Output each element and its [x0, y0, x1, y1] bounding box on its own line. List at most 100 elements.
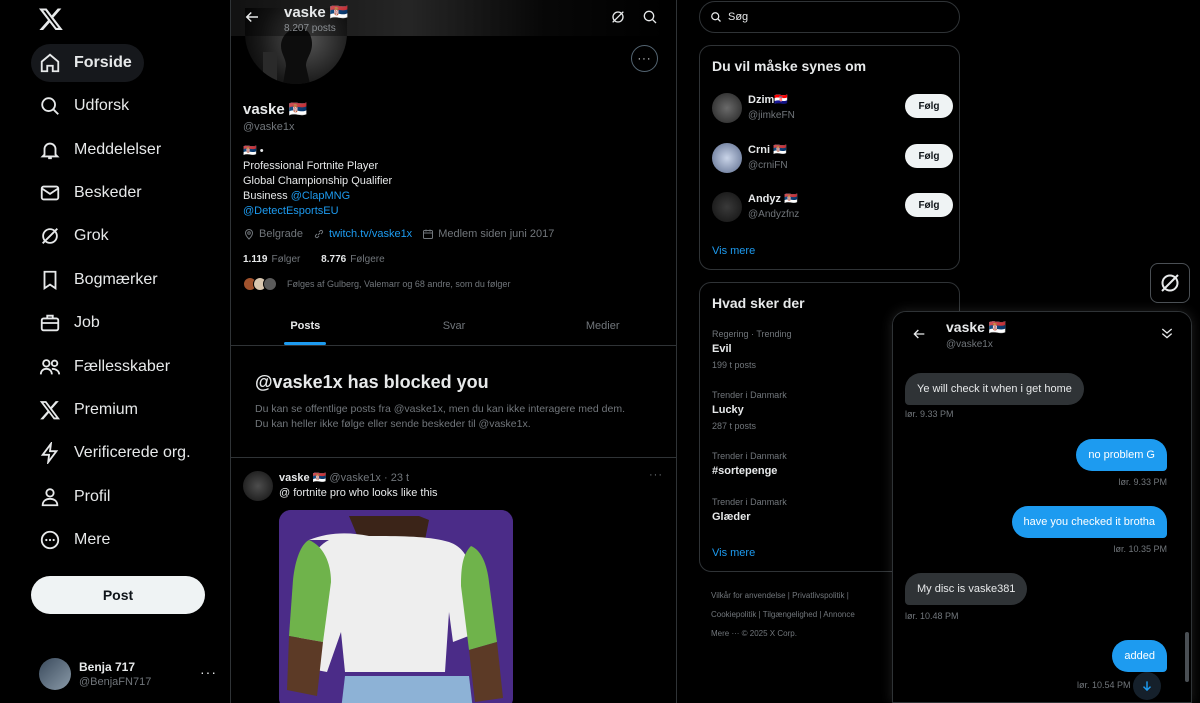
- x-logo-icon: [39, 401, 60, 420]
- collapse-chevron-icon[interactable]: [1159, 325, 1175, 341]
- more-icon[interactable]: ···: [200, 664, 217, 680]
- bio-mention-link[interactable]: @DetectEsportsEU: [243, 205, 339, 217]
- message-bubble-outgoing[interactable]: no problem G: [1076, 439, 1167, 471]
- avatar: [712, 93, 742, 123]
- dm-header[interactable]: vaske 🇷🇸 @vaske1x: [893, 312, 1191, 358]
- tweet[interactable]: vaske 🇷🇸 @vaske1x · 23 t ··· @ fortnite …: [231, 459, 676, 703]
- footer-line[interactable]: Cookiepolitik | Tilgængelighed | Annonce: [711, 605, 911, 624]
- nav-item-premium[interactable]: Premium: [31, 391, 150, 429]
- location-icon: [244, 229, 254, 240]
- avatar[interactable]: [243, 471, 273, 501]
- message-timestamp: lør. 9.33 PM: [1118, 477, 1167, 487]
- search-input[interactable]: Søg: [699, 1, 960, 33]
- nav-item-faellesskaber[interactable]: Fællesskaber: [31, 348, 182, 386]
- who-to-follow-panel: Du vil måske synes om Dzim🇭🇷 @jimkeFN Fø…: [699, 45, 960, 270]
- back-arrow-icon[interactable]: [911, 326, 927, 342]
- lightning-icon: [40, 442, 59, 464]
- blocked-text-line: Du kan se offentlige posts fra @vaske1x,…: [255, 403, 625, 415]
- profile-more-button[interactable]: ···: [631, 45, 658, 72]
- grok-icon: [42, 228, 58, 244]
- grok-floating-button[interactable]: [1150, 263, 1190, 303]
- people-icon: [39, 359, 61, 375]
- footer-links: Vilkår for anvendelse | Privatlivspoliti…: [711, 586, 911, 643]
- message-bubble-outgoing[interactable]: have you checked it brotha: [1011, 506, 1167, 538]
- follow-stats: 1.119 Følger 8.776 Følgere: [243, 254, 385, 265]
- location-text: Belgrade: [259, 228, 304, 240]
- blocked-notice: @vaske1x has blocked you Du kan se offen…: [231, 346, 676, 458]
- trends-show-more-link[interactable]: Vis mere: [712, 547, 755, 559]
- nav-label: Udforsk: [74, 97, 130, 114]
- follow-button[interactable]: Følg: [905, 144, 953, 168]
- who-to-follow-title: Du vil måske synes om: [712, 58, 867, 74]
- followers-link[interactable]: 8.776 Følgere: [321, 254, 384, 265]
- account-switcher[interactable]: Benja 717 @BenjaFN717 ···: [31, 652, 221, 696]
- tab-svar[interactable]: Svar: [380, 307, 529, 345]
- tweet-header: vaske 🇷🇸 @vaske1x · 23 t: [279, 471, 409, 484]
- person-icon: [41, 488, 59, 507]
- message-timestamp: lør. 10.35 PM: [1113, 544, 1167, 554]
- nav-label: Job: [74, 314, 100, 331]
- nav-item-meddelelser[interactable]: Meddelelser: [31, 131, 173, 169]
- bio-line: Professional Fortnite Player: [243, 160, 379, 172]
- bell-icon: [40, 142, 60, 160]
- nav-item-mere[interactable]: Mere: [31, 521, 122, 559]
- follow-button[interactable]: Følg: [905, 94, 953, 118]
- avatar: [263, 277, 277, 291]
- grok-icon[interactable]: [610, 9, 626, 25]
- follow-button[interactable]: Følg: [905, 193, 953, 217]
- dm-contact-name: vaske 🇷🇸: [946, 319, 1007, 335]
- footer-line[interactable]: Vilkår for anvendelse | Privatlivspoliti…: [711, 586, 911, 605]
- nav-item-profil[interactable]: Profil: [31, 478, 122, 516]
- message-timestamp: lør. 9.33 PM: [905, 409, 954, 419]
- search-icon: [711, 12, 721, 22]
- following-label: Følger: [271, 254, 301, 265]
- tweet-image[interactable]: [279, 510, 513, 703]
- website-link[interactable]: twitch.tv/vaske1x: [329, 228, 412, 240]
- bio-mention-link[interactable]: @ClapMNG: [291, 190, 350, 202]
- suggestion-item[interactable]: Crni 🇷🇸 @crniFN Følg: [712, 140, 953, 176]
- followed-by[interactable]: Følges af Gulberg, Valemarr og 68 andre,…: [243, 277, 510, 291]
- search-icon[interactable]: [642, 9, 658, 25]
- show-more-link[interactable]: Vis mere: [712, 245, 755, 257]
- nav-label: Premium: [74, 401, 139, 418]
- nav-item-bogmaerker[interactable]: Bogmærker: [31, 261, 170, 299]
- post-button[interactable]: Post: [31, 576, 205, 614]
- suggestion-item[interactable]: Andyz 🇷🇸 @Andyzfnz Følg: [712, 189, 953, 225]
- suggestion-name: Dzim🇭🇷: [748, 94, 788, 106]
- message-bubble-outgoing[interactable]: added: [1112, 640, 1167, 672]
- mail-icon: [40, 185, 60, 201]
- following-link[interactable]: 1.119 Følger: [243, 254, 300, 265]
- message-bubble-incoming[interactable]: My disc is vaske381: [905, 573, 1028, 605]
- suggestion-item[interactable]: Dzim🇭🇷 @jimkeFN Følg: [712, 90, 953, 126]
- suggestion-handle: @Andyzfnz: [748, 209, 800, 220]
- bookmark-icon: [43, 270, 57, 290]
- footer-line[interactable]: Mere ··· © 2025 X Corp.: [711, 624, 911, 643]
- dm-drawer: vaske 🇷🇸 @vaske1x Ye will check it when …: [892, 311, 1192, 703]
- x-logo-icon[interactable]: [38, 6, 64, 32]
- post-count: 8.207 posts: [284, 23, 336, 34]
- message-timestamp: lør. 10.48 PM: [905, 611, 959, 621]
- profile-name: vaske 🇷🇸: [243, 101, 308, 118]
- dm-contact-handle: @vaske1x: [946, 339, 993, 350]
- left-nav: Forside Udforsk Meddelelser Beskeder Gro…: [0, 0, 231, 703]
- nav-item-grok[interactable]: Grok: [31, 217, 121, 255]
- tweet-author[interactable]: vaske 🇷🇸: [279, 472, 326, 484]
- tab-posts[interactable]: Posts: [231, 307, 380, 345]
- tweet-more-icon[interactable]: ···: [649, 469, 663, 481]
- nav-item-forside[interactable]: Forside: [31, 44, 144, 82]
- nav-item-beskeder[interactable]: Beskeder: [31, 174, 154, 212]
- nav-label: Profil: [74, 488, 111, 505]
- profile-header-bar: vaske 🇷🇸 8.207 posts: [231, 0, 676, 36]
- suggestion-name: Andyz 🇷🇸: [748, 193, 798, 205]
- nav-item-verificerede[interactable]: Verificerede org.: [31, 434, 203, 472]
- message-bubble-incoming[interactable]: Ye will check it when i get home: [905, 373, 1084, 405]
- back-arrow-icon[interactable]: [243, 8, 261, 26]
- tab-medier[interactable]: Medier: [528, 307, 676, 345]
- scroll-down-button[interactable]: [1133, 672, 1161, 700]
- nav-item-udforsk[interactable]: Udforsk: [31, 87, 141, 125]
- avatar: [39, 658, 71, 690]
- scrollbar[interactable]: [1185, 632, 1189, 682]
- blocked-description: Du kan se offentlige posts fra @vaske1x,…: [255, 402, 655, 432]
- nav-label: Bogmærker: [74, 271, 158, 288]
- nav-item-job[interactable]: Job: [31, 304, 112, 342]
